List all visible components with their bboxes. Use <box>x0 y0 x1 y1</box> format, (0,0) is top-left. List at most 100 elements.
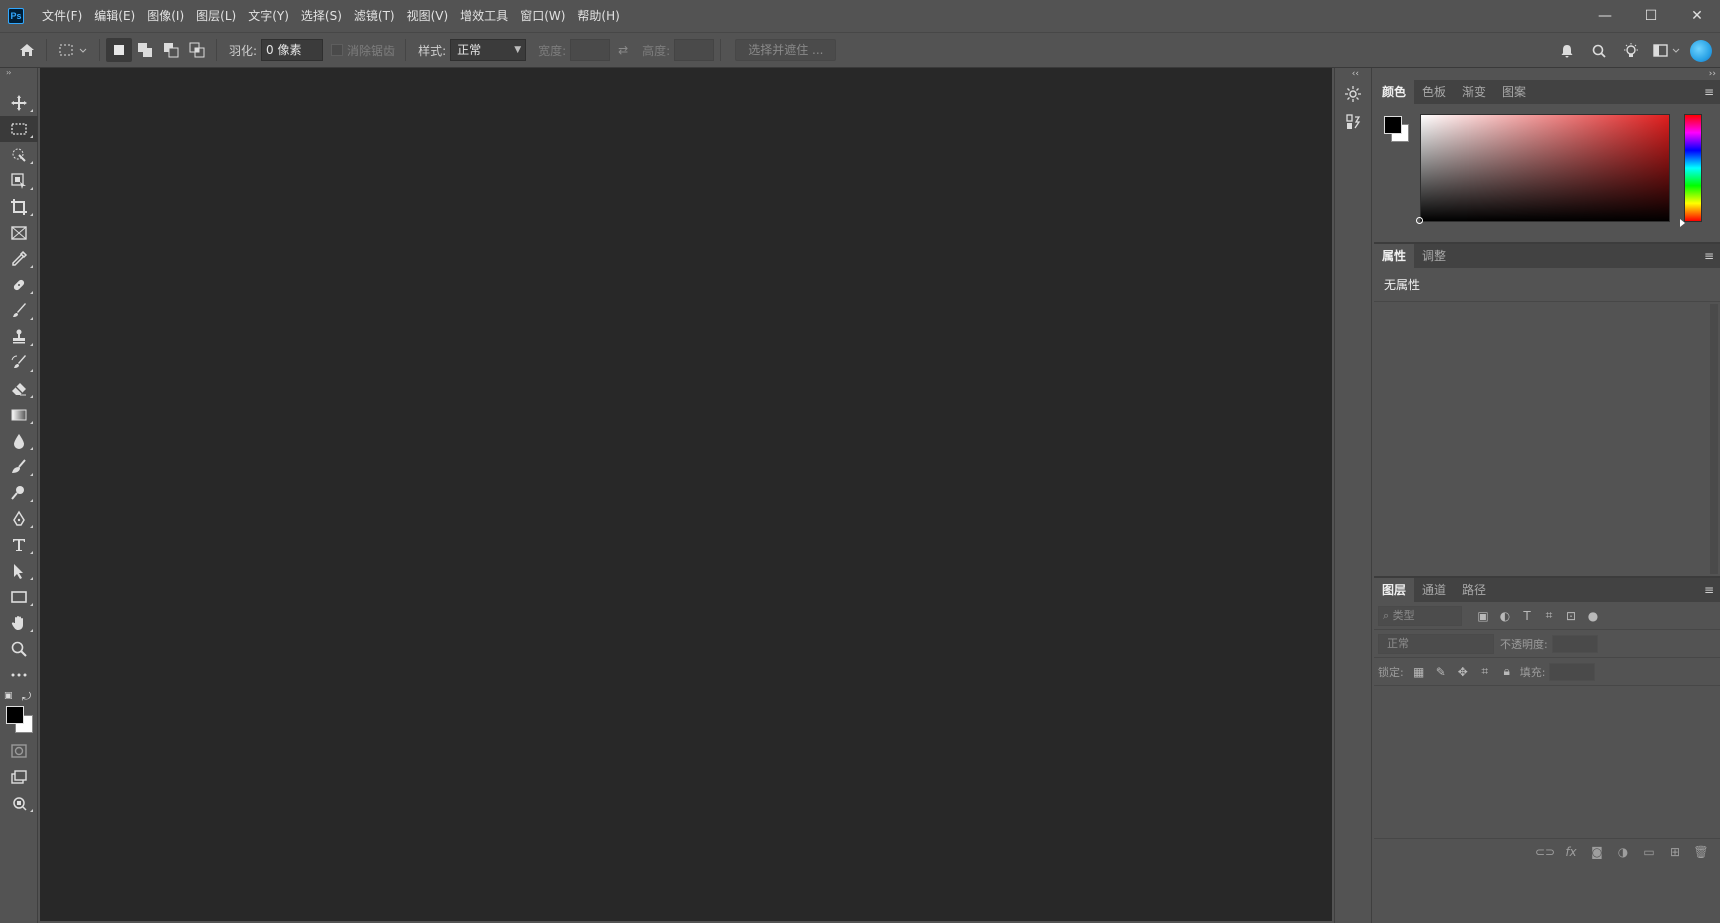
tab-paths[interactable]: 路径 <box>1454 578 1494 602</box>
opacity-input[interactable] <box>1551 634 1598 653</box>
add-to-selection-icon[interactable] <box>132 38 158 62</box>
panel-menu-icon[interactable]: ≡ <box>1704 250 1714 262</box>
color-picker-field[interactable] <box>1420 114 1670 222</box>
new-selection-icon[interactable] <box>106 38 132 62</box>
subtract-from-selection-icon[interactable] <box>158 38 184 62</box>
color-panel-foreground-swatch[interactable] <box>1384 116 1402 134</box>
style-select[interactable]: 正常 ▼ <box>450 39 527 61</box>
smudge-brush-tool-icon[interactable] <box>0 454 38 480</box>
menu-filter[interactable]: 滤镜(T) <box>348 0 401 32</box>
tab-swatches[interactable]: 色板 <box>1414 80 1454 104</box>
workspace-icon[interactable] <box>1650 39 1684 63</box>
add-mask-icon[interactable]: ◙ <box>1588 843 1606 861</box>
type-tool-icon[interactable] <box>0 532 38 558</box>
rectangular-marquee-tool-icon[interactable] <box>0 116 38 142</box>
lock-transparent-pixels-icon[interactable]: ▦ <box>1408 662 1430 682</box>
layer-style-icon[interactable]: fx <box>1562 843 1580 861</box>
panel-menu-icon[interactable]: ≡ <box>1704 584 1714 596</box>
dodge-tool-icon[interactable] <box>0 480 38 506</box>
history-brush-tool-icon[interactable] <box>0 350 38 376</box>
menu-view[interactable]: 视图(V) <box>401 0 455 32</box>
healing-brush-tool-icon[interactable] <box>0 272 38 298</box>
home-icon[interactable] <box>14 38 40 62</box>
tab-channels[interactable]: 通道 <box>1414 578 1454 602</box>
artboard-tool-icon[interactable] <box>0 790 38 816</box>
tab-color[interactable]: 颜色 <box>1374 80 1415 104</box>
eraser-tool-icon[interactable] <box>0 376 38 402</box>
menu-type[interactable]: 文字(Y) <box>242 0 295 32</box>
layer-filter-select[interactable]: ⌕ 类型 <box>1378 605 1462 626</box>
new-layer-icon[interactable]: ⊞ <box>1666 843 1684 861</box>
gradient-tool-icon[interactable] <box>0 402 38 428</box>
lock-all-icon[interactable]: 🔒︎ <box>1496 662 1518 682</box>
edit-toolbar-icon[interactable] <box>0 662 38 688</box>
learn-panel-icon[interactable] <box>1335 80 1371 108</box>
tab-layers[interactable]: 图层 <box>1374 578 1415 602</box>
hue-slider[interactable] <box>1684 114 1702 222</box>
feather-input[interactable]: 0 像素 <box>261 39 324 61</box>
color-picker-marker[interactable] <box>1416 217 1423 224</box>
menu-window[interactable]: 窗口(W) <box>514 0 571 32</box>
swap-width-height-icon[interactable]: ⇄ <box>610 38 636 62</box>
properties-scrollbar[interactable] <box>1710 304 1718 574</box>
intersect-selection-icon[interactable] <box>184 38 210 62</box>
link-layers-icon[interactable]: ⊂⊃ <box>1535 843 1555 861</box>
libraries-panel-icon[interactable] <box>1335 108 1371 136</box>
quick-mask-icon[interactable] <box>0 738 38 764</box>
new-group-icon[interactable]: ▭ <box>1640 843 1658 861</box>
maximize-button[interactable]: ☐ <box>1628 0 1674 32</box>
tab-patterns[interactable]: 图案 <box>1494 80 1534 104</box>
quick-selection-tool-icon[interactable] <box>0 142 38 168</box>
hue-slider-marker[interactable] <box>1680 219 1685 227</box>
lock-position-icon[interactable]: ✥ <box>1452 662 1474 682</box>
lock-image-pixels-icon[interactable]: ✎ <box>1430 662 1452 682</box>
blur-tool-icon[interactable] <box>0 428 38 454</box>
select-and-mask-button[interactable]: 选择并遮住 ... <box>735 39 837 61</box>
close-button[interactable]: ✕ <box>1674 0 1720 32</box>
eyedropper-tool-icon[interactable] <box>0 246 38 272</box>
menu-select[interactable]: 选择(S) <box>295 0 348 32</box>
lock-artboard-icon[interactable]: ⌗ <box>1474 662 1496 682</box>
clone-stamp-tool-icon[interactable] <box>0 324 38 350</box>
filter-shape-layers-icon[interactable]: ⌗ <box>1538 606 1560 626</box>
filter-pixel-layers-icon[interactable]: ▣ <box>1472 606 1494 626</box>
trash-icon[interactable]: 🗑︎ <box>1692 843 1710 861</box>
width-input[interactable] <box>570 39 611 61</box>
account-avatar[interactable] <box>1690 40 1712 62</box>
tool-preset-picker[interactable] <box>53 38 93 62</box>
screen-mode-icon[interactable] <box>0 764 38 790</box>
tab-adjustments[interactable]: 调整 <box>1414 244 1454 268</box>
menu-layer[interactable]: 图层(L) <box>190 0 242 32</box>
move-tool-icon[interactable] <box>0 90 38 116</box>
menu-file[interactable]: 文件(F) <box>36 0 88 32</box>
filter-type-layers-icon[interactable]: T <box>1516 606 1538 626</box>
lightbulb-icon[interactable] <box>1618 39 1644 63</box>
tab-properties[interactable]: 属性 <box>1374 244 1415 268</box>
bell-icon[interactable] <box>1554 39 1580 63</box>
fill-input[interactable] <box>1549 662 1596 681</box>
menu-plugins[interactable]: 增效工具 <box>454 0 514 32</box>
swap-colors-icon[interactable]: ⤾ <box>22 690 31 704</box>
frame-tool-icon[interactable] <box>0 220 38 246</box>
object-selection-tool-icon[interactable] <box>0 168 38 194</box>
pen-tool-icon[interactable] <box>0 506 38 532</box>
panel-menu-icon[interactable]: ≡ <box>1704 86 1714 98</box>
document-canvas-area[interactable] <box>40 68 1332 921</box>
zoom-tool-icon[interactable] <box>0 636 38 662</box>
height-input[interactable] <box>674 39 715 61</box>
filter-adjustment-layers-icon[interactable]: ◐ <box>1494 606 1516 626</box>
adjustment-layer-icon[interactable]: ◑ <box>1614 843 1632 861</box>
minimize-button[interactable]: — <box>1582 0 1628 32</box>
antialias-checkbox[interactable] <box>331 44 344 56</box>
path-selection-tool-icon[interactable] <box>0 558 38 584</box>
toolbar-collapse-icon[interactable]: ›› <box>0 68 37 78</box>
expand-dock-icon[interactable]: ‹‹ <box>1335 68 1371 80</box>
hand-tool-icon[interactable] <box>0 610 38 636</box>
default-colors-icon[interactable]: ▣ <box>4 691 15 702</box>
foreground-color-swatch[interactable] <box>6 706 24 724</box>
menu-edit[interactable]: 编辑(E) <box>88 0 141 32</box>
crop-tool-icon[interactable] <box>0 194 38 220</box>
menu-image[interactable]: 图像(I) <box>141 0 190 32</box>
rectangle-tool-icon[interactable] <box>0 584 38 610</box>
blend-mode-select[interactable]: 正常 <box>1378 633 1494 654</box>
